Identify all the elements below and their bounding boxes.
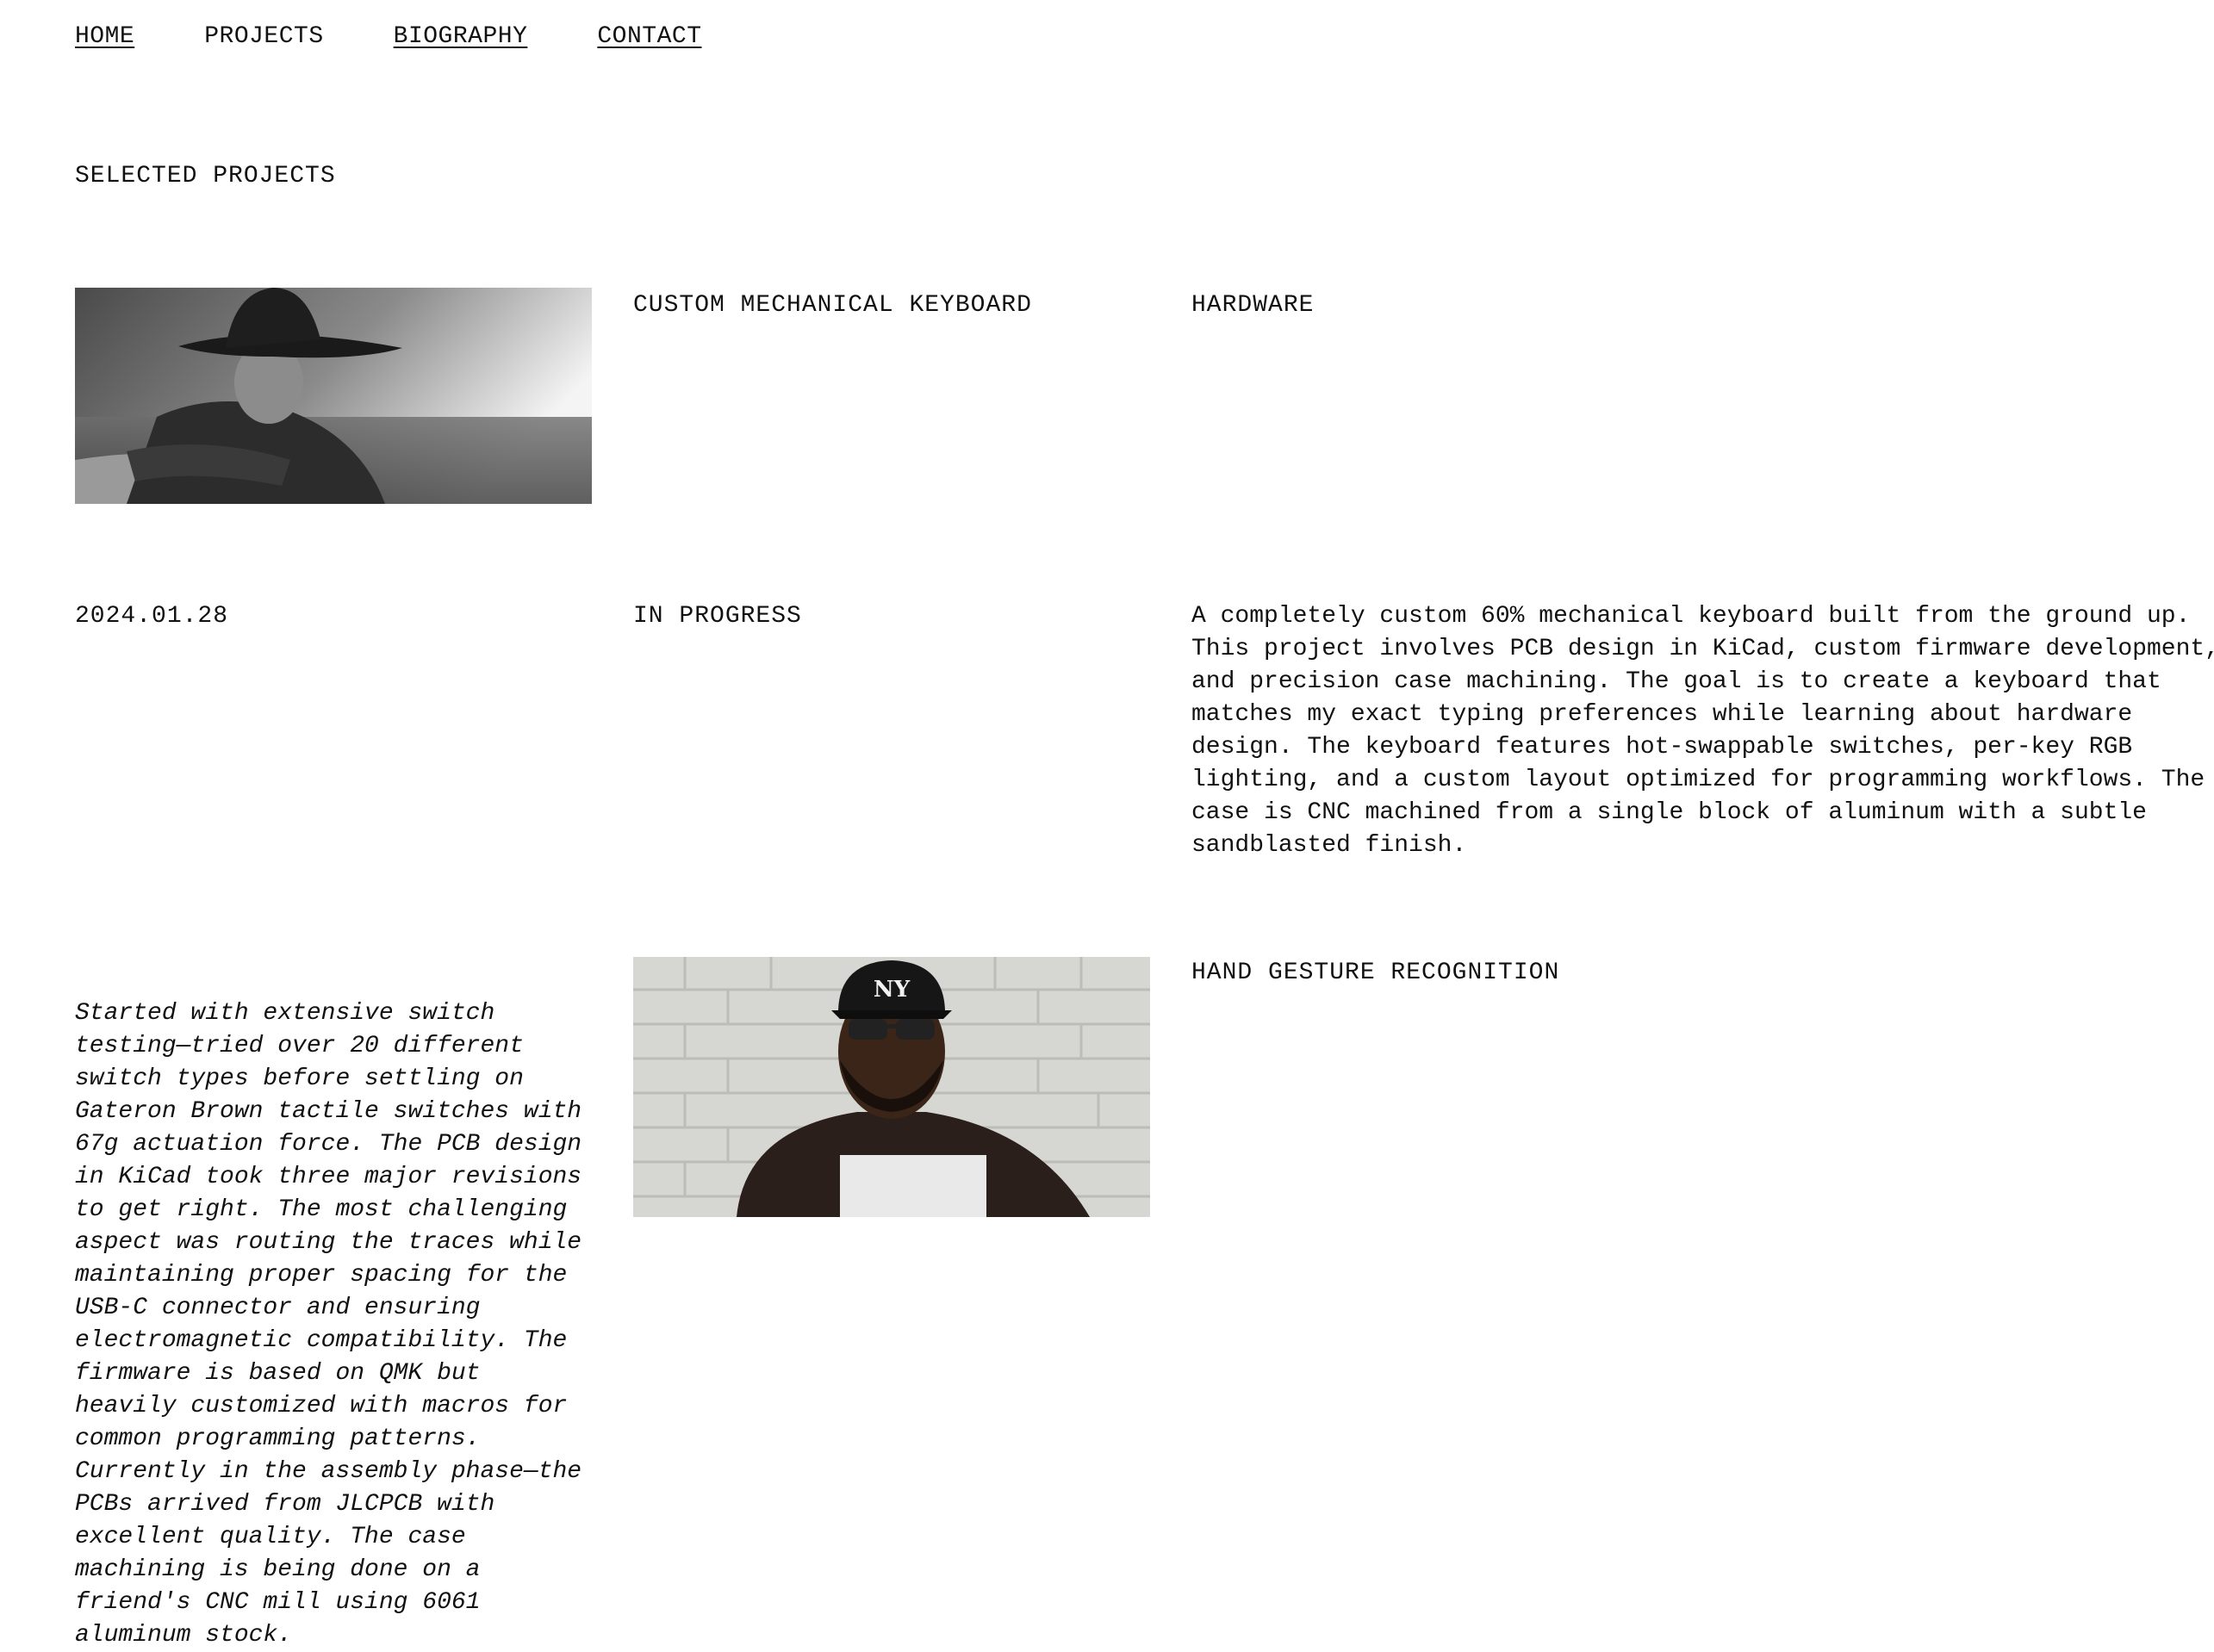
project-notes: Started with extensive switch testing—tr… (75, 1000, 582, 1649)
project-status: IN PROGRESS (633, 603, 802, 630)
section-title: SELECTED PROJECTS (75, 163, 336, 189)
nav-contact-link[interactable]: CONTACT (597, 21, 701, 53)
project-date: 2024.01.28 (75, 603, 229, 630)
svg-text:NY: NY (874, 977, 911, 1003)
cowboy-portrait-photo-icon (75, 288, 592, 504)
nav-projects-link[interactable]: PROJECTS (204, 21, 323, 53)
project-title[interactable]: HAND GESTURE RECOGNITION (1191, 957, 1559, 990)
nav-home-link[interactable]: HOME (75, 21, 134, 53)
project-description: A completely custom 60% mechanical keybo… (1191, 603, 2214, 859)
project-thumbnail-gesture[interactable]: NY (633, 957, 1150, 1217)
project-thumbnail-keyboard[interactable] (75, 288, 592, 504)
project-title[interactable]: CUSTOM MECHANICAL KEYBOARD (633, 289, 1032, 322)
project-category: HARDWARE (1191, 292, 1315, 319)
man-in-cap-photo-icon: NY (633, 957, 1150, 1217)
top-nav: HOME PROJECTS BIOGRAPHY CONTACT (75, 21, 702, 53)
nav-biography-link[interactable]: BIOGRAPHY (394, 21, 528, 53)
